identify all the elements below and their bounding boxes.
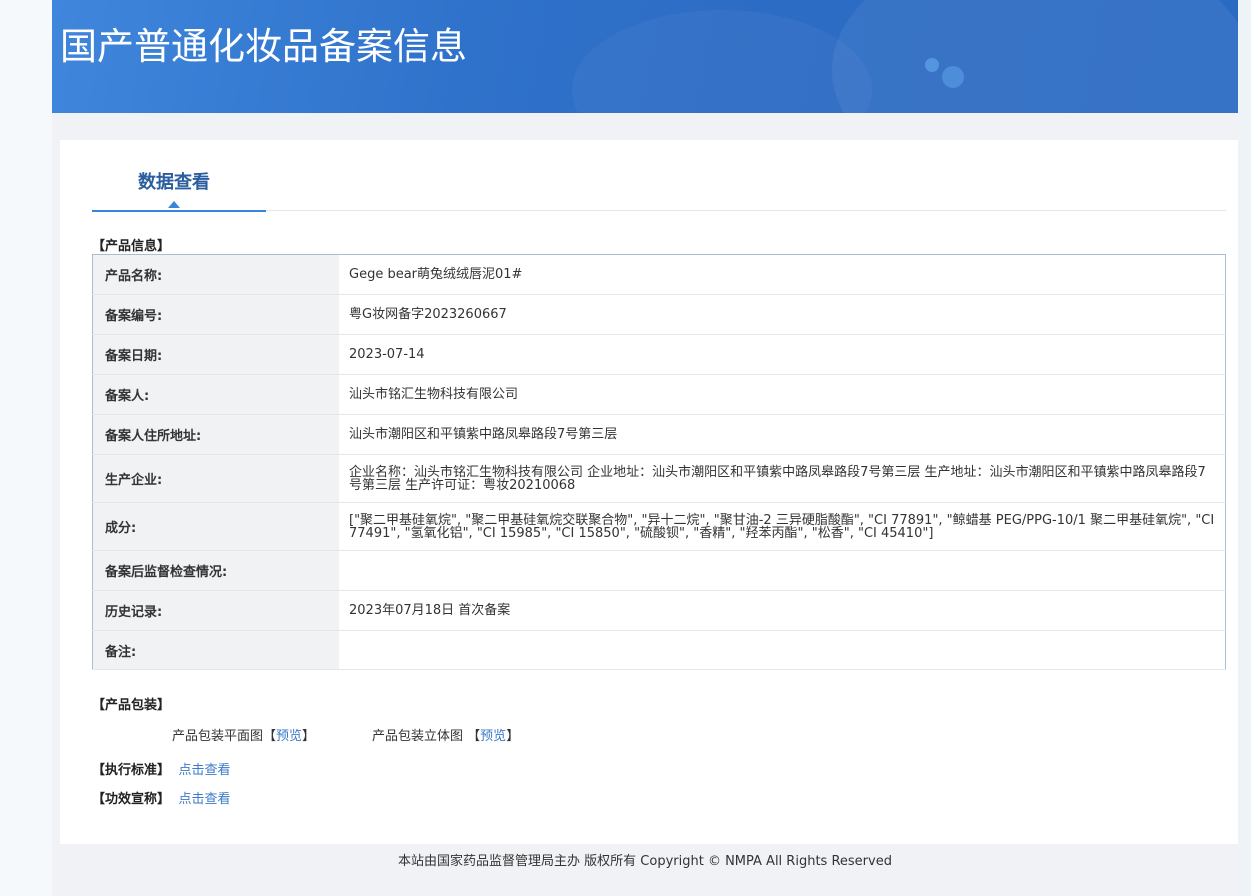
page-title: 国产普通化妆品备案信息: [60, 25, 467, 68]
packaging-flat-item: 产品包装平面图【预览】: [172, 725, 315, 744]
row-label: 生产企业:: [92, 454, 339, 503]
section-title-product-info: 【产品信息】: [92, 239, 171, 254]
efficacy-row: 【功效宣称】 点击查看: [92, 788, 231, 807]
row-value: 汕头市潮阳区和平镇紫中路凤皋路段7号第三层: [339, 414, 1226, 455]
banner-dot: [942, 66, 964, 88]
row-label: 备注:: [92, 630, 339, 670]
row-label: 备案人住所地址:: [92, 414, 339, 455]
tab-caret-icon: [168, 201, 180, 208]
banner-decoration: [572, 10, 872, 113]
standard-row: 【执行标准】 点击查看: [92, 759, 231, 778]
row-value: [339, 550, 1226, 591]
table-row: 备案人住所地址: 汕头市潮阳区和平镇紫中路凤皋路段7号第三层: [92, 414, 1226, 455]
standard-view-link[interactable]: 点击查看: [179, 763, 231, 778]
row-value: 汕头市铭汇生物科技有限公司: [339, 374, 1226, 415]
row-label: 备案日期:: [92, 334, 339, 375]
banner-dot: [925, 58, 939, 72]
row-label: 成分:: [92, 502, 339, 551]
product-info-table: 产品名称: Gege bear萌兔绒绒唇泥01# 备案编号: 粤G妆网备字202…: [92, 254, 1226, 670]
row-label: 备案后监督检查情况:: [92, 550, 339, 591]
row-label: 历史记录:: [92, 590, 339, 631]
row-value: [339, 630, 1226, 670]
packaging-flat-label: 产品包装平面图: [172, 729, 264, 744]
bracket-open: 【: [263, 729, 277, 744]
table-row: 备注:: [92, 630, 1226, 670]
page-shell: 国产普通化妆品备案信息 数据查看 【产品信息】 产品名称: Gege bear萌…: [52, 0, 1238, 896]
tab-bar: 数据查看: [92, 140, 1226, 212]
table-row: 备案人: 汕头市铭汇生物科技有限公司: [92, 374, 1226, 415]
banner-decoration: [832, 0, 1238, 113]
packaging-flat-preview-link[interactable]: 预览: [276, 729, 302, 744]
header-banner: 国产普通化妆品备案信息: [52, 0, 1238, 113]
packaging-solid-item: 产品包装立体图 【预览】: [372, 725, 519, 744]
bracket-close: 】: [302, 729, 316, 744]
table-row: 备案日期: 2023-07-14: [92, 334, 1226, 375]
row-value: ["聚二甲基硅氧烷", "聚二甲基硅氧烷交联聚合物", "异十二烷", "聚甘油…: [339, 502, 1226, 551]
packaging-solid-preview-link[interactable]: 预览: [480, 729, 506, 744]
left-margin-strip: [0, 0, 53, 896]
bracket-close: 】: [506, 729, 520, 744]
table-row: 生产企业: 企业名称：汕头市铭汇生物科技有限公司 企业地址：汕头市潮阳区和平镇紫…: [92, 454, 1226, 503]
tab-label: 数据查看: [138, 172, 210, 193]
table-row: 成分: ["聚二甲基硅氧烷", "聚二甲基硅氧烷交联聚合物", "异十二烷", …: [92, 502, 1226, 551]
row-label: 产品名称:: [92, 254, 339, 295]
footer-copyright: 本站由国家药品监督管理局主办 版权所有 Copyright © NMPA All…: [398, 854, 892, 869]
efficacy-view-link[interactable]: 点击查看: [179, 792, 231, 807]
row-value: 2023年07月18日 首次备案: [339, 590, 1226, 631]
tab-data-view[interactable]: 数据查看: [92, 140, 266, 212]
row-value: 粤G妆网备字2023260667: [339, 294, 1226, 335]
row-label: 备案编号:: [92, 294, 339, 335]
packaging-solid-label: 产品包装立体图: [372, 729, 464, 744]
row-label: 备案人:: [92, 374, 339, 415]
row-value: 企业名称：汕头市铭汇生物科技有限公司 企业地址：汕头市潮阳区和平镇紫中路凤皋路段…: [339, 454, 1226, 503]
table-row: 历史记录: 2023年07月18日 首次备案: [92, 590, 1226, 631]
row-value: 2023-07-14: [339, 334, 1226, 375]
section-title-standard: 【执行标准】: [92, 763, 171, 778]
table-row: 备案后监督检查情况:: [92, 550, 1226, 591]
row-value: Gege bear萌兔绒绒唇泥01#: [339, 254, 1226, 295]
table-row: 备案编号: 粤G妆网备字2023260667: [92, 294, 1226, 335]
section-title-packaging: 【产品包装】: [92, 698, 171, 713]
section-title-efficacy: 【功效宣称】: [92, 792, 171, 807]
main-content: 数据查看 【产品信息】 产品名称: Gege bear萌兔绒绒唇泥01# 备案编…: [60, 140, 1238, 844]
table-row: 产品名称: Gege bear萌兔绒绒唇泥01#: [92, 254, 1226, 295]
bracket-open: 【: [467, 729, 481, 744]
